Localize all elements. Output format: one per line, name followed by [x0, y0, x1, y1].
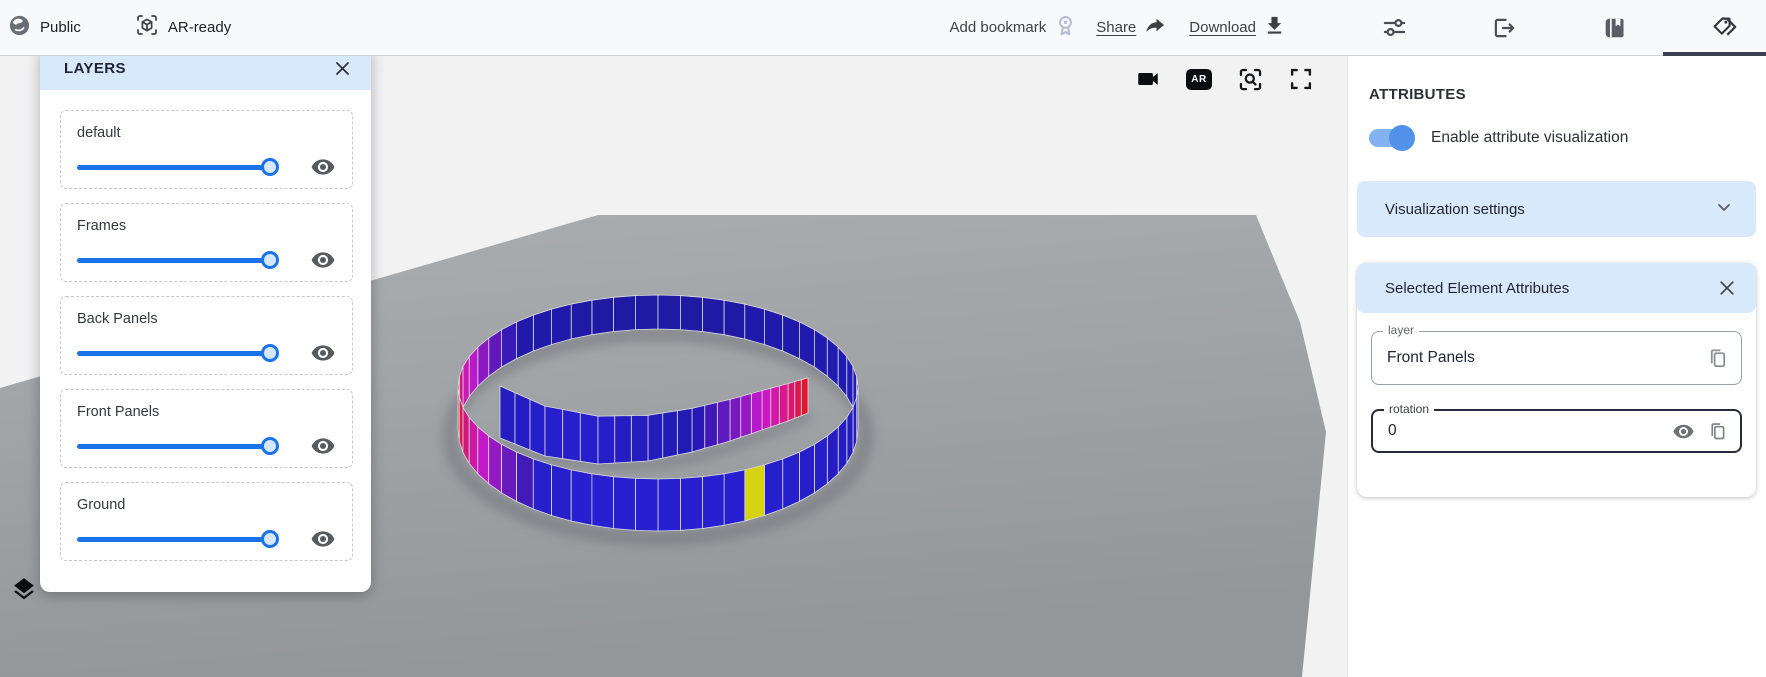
attributes-title: ATTRIBUTES	[1369, 86, 1766, 103]
eye-icon[interactable]	[310, 247, 336, 273]
layer-card: Front Panels	[60, 389, 353, 468]
ar-badge[interactable]: AR	[1185, 65, 1213, 93]
eye-icon[interactable]	[310, 526, 336, 552]
layer-opacity-slider[interactable]	[77, 251, 282, 269]
eye-icon[interactable]	[310, 433, 336, 459]
close-icon[interactable]	[1716, 277, 1738, 299]
add-bookmark-label: Add bookmark	[950, 19, 1047, 36]
attributes-panel: ATTRIBUTES Enable attribute visualizatio…	[1347, 56, 1766, 677]
video-camera-icon[interactable]	[1134, 65, 1162, 93]
field-value[interactable]: 0	[1373, 422, 1672, 440]
attribute-field-layer: layer Front Panels	[1371, 331, 1742, 385]
selected-element-attributes-header: Selected Element Attributes	[1357, 263, 1756, 313]
attribute-visualization-label: Enable attribute visualization	[1431, 129, 1628, 147]
ar-ready-status: AR-ready	[135, 13, 231, 42]
download-button[interactable]: Download	[1189, 14, 1286, 41]
field-value: Front Panels	[1372, 349, 1706, 367]
slider-thumb[interactable]	[261, 251, 279, 269]
layer-card: default	[60, 110, 353, 189]
app-window: Public AR-ready Add bookmark	[0, 0, 1766, 677]
tags-icon[interactable]	[1710, 14, 1738, 42]
topbar: Public AR-ready Add bookmark	[0, 0, 1766, 56]
slider-track	[77, 351, 276, 356]
visibility-status: Public	[8, 14, 81, 42]
download-label: Download	[1189, 19, 1256, 36]
selected-element-attributes-title: Selected Element Attributes	[1385, 280, 1569, 297]
slider-track	[77, 444, 276, 449]
eye-icon[interactable]	[310, 340, 336, 366]
slider-track	[77, 537, 276, 542]
layer-card: Ground	[60, 482, 353, 561]
layer-card: Back Panels	[60, 296, 353, 375]
download-icon	[1263, 14, 1286, 41]
layer-list: default Frames Back Panels	[40, 90, 371, 561]
ar-cube-icon	[135, 13, 159, 42]
layer-name: default	[77, 125, 336, 141]
field-label: rotation	[1384, 402, 1434, 416]
ar-badge-text: AR	[1186, 69, 1212, 90]
viewport-toolbar: AR	[1134, 65, 1315, 93]
layer-opacity-slider[interactable]	[77, 158, 282, 176]
visualization-settings-expander[interactable]: Visualization settings	[1357, 181, 1756, 237]
attribute-visualization-toggle[interactable]	[1369, 129, 1413, 147]
share-arrow-icon	[1143, 14, 1167, 42]
saved-views-icon[interactable]	[1600, 14, 1628, 42]
slider-thumb[interactable]	[261, 437, 279, 455]
layer-opacity-slider[interactable]	[77, 530, 282, 548]
visibility-label: Public	[40, 19, 81, 36]
layers-icon[interactable]	[8, 573, 40, 605]
slider-thumb[interactable]	[261, 530, 279, 548]
copy-icon[interactable]	[1706, 347, 1729, 370]
active-tab-indicator	[1663, 52, 1766, 56]
visualization-settings-label: Visualization settings	[1385, 201, 1525, 218]
ar-ready-label: AR-ready	[168, 19, 231, 36]
eye-icon[interactable]	[310, 154, 336, 180]
share-button[interactable]: Share	[1096, 14, 1167, 42]
chevron-down-icon	[1714, 197, 1734, 222]
eye-icon[interactable]	[1672, 420, 1695, 443]
share-label: Share	[1096, 19, 1136, 36]
layer-opacity-slider[interactable]	[77, 344, 282, 362]
slider-track	[77, 258, 276, 263]
layer-card: Frames	[60, 203, 353, 282]
copy-icon[interactable]	[1707, 421, 1728, 442]
layer-opacity-slider[interactable]	[77, 437, 282, 455]
layer-name: Back Panels	[77, 311, 336, 327]
layer-name: Front Panels	[77, 404, 336, 420]
add-bookmark-button[interactable]: Add bookmark	[950, 13, 1079, 42]
layers-panel-title: LAYERS	[64, 60, 126, 77]
topbar-right: Add bookmark Share Download	[950, 13, 1766, 42]
slider-thumb[interactable]	[261, 344, 279, 362]
layer-name: Frames	[77, 218, 336, 234]
close-icon[interactable]	[331, 57, 353, 79]
slider-track	[77, 165, 276, 170]
tune-icon[interactable]	[1380, 14, 1408, 42]
bookmark-badge-icon	[1053, 13, 1078, 42]
attribute-field-rotation[interactable]: rotation 0	[1371, 409, 1742, 453]
slider-thumb[interactable]	[261, 158, 279, 176]
fullscreen-icon[interactable]	[1287, 65, 1315, 93]
field-label: layer	[1383, 323, 1419, 337]
attribute-visualization-row: Enable attribute visualization	[1369, 129, 1766, 147]
focus-search-icon[interactable]	[1236, 65, 1264, 93]
export-icon[interactable]	[1490, 14, 1518, 42]
toggle-knob	[1389, 125, 1415, 151]
topbar-left: Public AR-ready	[8, 13, 231, 42]
layers-panel: LAYERS default Frames	[40, 46, 371, 592]
selected-element-attributes-card: Selected Element Attributes layer Front …	[1357, 263, 1756, 497]
globe-icon	[8, 14, 31, 42]
viewport-3d[interactable]: AR LAYERS	[0, 56, 1347, 677]
layer-name: Ground	[77, 497, 336, 513]
